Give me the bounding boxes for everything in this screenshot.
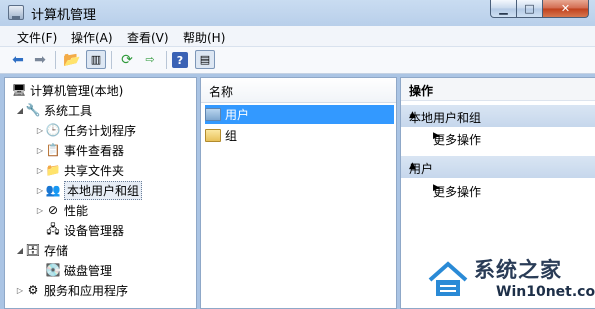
submenu-arrow-icon: ▶ [433, 183, 440, 193]
console-tree-pane: 🖥 计算机管理(本地) ◢ 🔧 系统工具 ▷ 🕒 任务计划程序 ▷ 📋 事件查看… [4, 77, 197, 309]
actions-header: 操作 [401, 78, 595, 101]
computer-icon: 🖥 [11, 83, 27, 97]
submenu-arrow-icon: ▶ [433, 131, 440, 141]
column-header-name[interactable]: 名称 [201, 78, 396, 103]
tree-item-label: 本地用户和组 [64, 180, 143, 200]
title-bar[interactable]: 计算机管理 ▁ □ ✕ [0, 0, 595, 26]
toolbar: ⬅ ➡ 📂 ▥ ⟳ ⇨ ? ▤ [0, 47, 595, 74]
list-item-label: 组 [225, 129, 238, 143]
toolbar-separator [166, 51, 167, 69]
actions-section-users[interactable]: 用户 ▲ [401, 156, 595, 178]
export-icon[interactable]: ⇨ [140, 50, 160, 69]
collapse-arrow-icon[interactable]: ◢ [15, 106, 25, 115]
tree-item-label: 磁盘管理 [64, 263, 113, 278]
menu-view[interactable]: 查看(V) [127, 29, 169, 46]
actions-header-label: 操作 [409, 84, 434, 98]
computer-management-icon [8, 5, 24, 20]
tree-item-label: 共享文件夹 [64, 163, 125, 178]
watermark-text: 系统之家 [474, 258, 562, 282]
up-folder-icon[interactable]: 📂 [62, 50, 82, 69]
back-icon[interactable]: ⬅ [8, 50, 28, 69]
tree-item-services-apps[interactable]: ▷ ⚙ 服务和应用程序 [15, 281, 128, 299]
expand-arrow-icon[interactable]: ▷ [35, 166, 45, 175]
event-viewer-icon: 📋 [45, 143, 61, 157]
window-title: 计算机管理 [31, 8, 97, 23]
collapse-arrow-icon[interactable]: ◢ [15, 246, 25, 255]
caption-buttons: ▁ □ ✕ [490, 0, 589, 19]
tree-item-device-manager[interactable]: 🖧 设备管理器 [45, 221, 124, 239]
more-actions-2[interactable]: 更多操作 ▶ [401, 180, 595, 200]
tree-item-label: 设备管理器 [64, 223, 125, 238]
expand-arrow-icon[interactable]: ▷ [35, 186, 45, 195]
collapse-up-icon[interactable]: ▲ [409, 110, 583, 120]
more-actions-1[interactable]: 更多操作 ▶ [401, 128, 595, 148]
help-icon[interactable]: ? [172, 52, 188, 68]
storage-icon: 🗄 [25, 243, 41, 257]
watermark: 系统之家 Win10net.com [426, 252, 595, 309]
expand-arrow-icon[interactable]: ▷ [35, 206, 45, 215]
tools-icon: 🔧 [25, 103, 41, 117]
tree-item-performance[interactable]: ▷ ⊘ 性能 [35, 201, 88, 219]
shared-folder-icon: 📁 [45, 163, 61, 177]
users-icon: 👥 [45, 183, 61, 197]
folder-icon [205, 108, 221, 121]
tree-item-root[interactable]: 🖥 计算机管理(本地) [11, 81, 123, 99]
tree-item-disk-management[interactable]: 💽 磁盘管理 [45, 261, 113, 279]
tree-item-system-tools[interactable]: ◢ 🔧 系统工具 [15, 101, 92, 119]
actions-section-local-users[interactable]: 本地用户和组 ▲ [401, 105, 595, 127]
list-item-label: 用户 [225, 108, 250, 122]
computer-management-window: 计算机管理 ▁ □ ✕ 文件(F) 操作(A) 查看(V) 帮助(H) ⬅ ➡ … [0, 0, 595, 309]
minimize-button[interactable]: ▁ [490, 0, 517, 18]
results-pane: 名称 用户 组 [200, 77, 397, 309]
column-header-label: 名称 [209, 85, 234, 99]
performance-icon: ⊘ [47, 203, 59, 217]
expand-arrow-icon[interactable]: ▷ [35, 146, 45, 155]
tree-item-label: 计算机管理(本地) [30, 83, 124, 98]
tree-item-label: 服务和应用程序 [44, 283, 129, 298]
collapse-up-icon[interactable]: ▲ [409, 161, 583, 171]
menu-help[interactable]: 帮助(H) [183, 29, 225, 46]
tree-item-label: 事件查看器 [64, 143, 125, 158]
tree-item-event-viewer[interactable]: ▷ 📋 事件查看器 [35, 141, 124, 159]
disk-icon: 💽 [45, 263, 61, 277]
watermark-url: Win10net.com [496, 284, 595, 300]
tree-item-label: 任务计划程序 [64, 123, 137, 138]
show-action-pane-icon[interactable]: ▤ [195, 50, 215, 69]
tree-item-label: 存储 [44, 243, 69, 258]
menu-file[interactable]: 文件(F) [17, 29, 57, 46]
expand-arrow-icon[interactable]: ▷ [35, 126, 45, 135]
close-button[interactable]: ✕ [543, 0, 589, 18]
toolbar-separator [111, 51, 112, 69]
maximize-button[interactable]: □ [517, 0, 543, 18]
menu-bar: 文件(F) 操作(A) 查看(V) 帮助(H) [0, 26, 595, 47]
refresh-icon[interactable]: ⟳ [117, 50, 137, 69]
tree-item-label: 性能 [64, 203, 89, 218]
show-hide-tree-icon[interactable]: ▥ [86, 50, 106, 69]
house-logo-icon [428, 261, 468, 296]
toolbar-separator [55, 51, 56, 69]
list-item-users[interactable]: 用户 [205, 105, 394, 124]
forward-icon[interactable]: ➡ [30, 50, 50, 69]
tree-item-task-scheduler[interactable]: ▷ 🕒 任务计划程序 [35, 121, 136, 139]
device-manager-icon: 🖧 [46, 221, 60, 236]
expand-arrow-icon[interactable]: ▷ [15, 286, 25, 295]
tree-item-shared-folders[interactable]: ▷ 📁 共享文件夹 [35, 161, 124, 179]
services-icon: ⚙ [27, 283, 39, 297]
tree-item-local-users-groups[interactable]: ▷ 👥 本地用户和组 [35, 180, 143, 200]
list-item-groups[interactable]: 组 [205, 126, 394, 145]
menu-action[interactable]: 操作(A) [71, 29, 113, 46]
tree-item-storage[interactable]: ◢ 🗄 存储 [15, 241, 68, 259]
clock-icon: 🕒 [45, 123, 61, 137]
folder-icon [205, 129, 221, 142]
tree-item-label: 系统工具 [44, 103, 93, 118]
